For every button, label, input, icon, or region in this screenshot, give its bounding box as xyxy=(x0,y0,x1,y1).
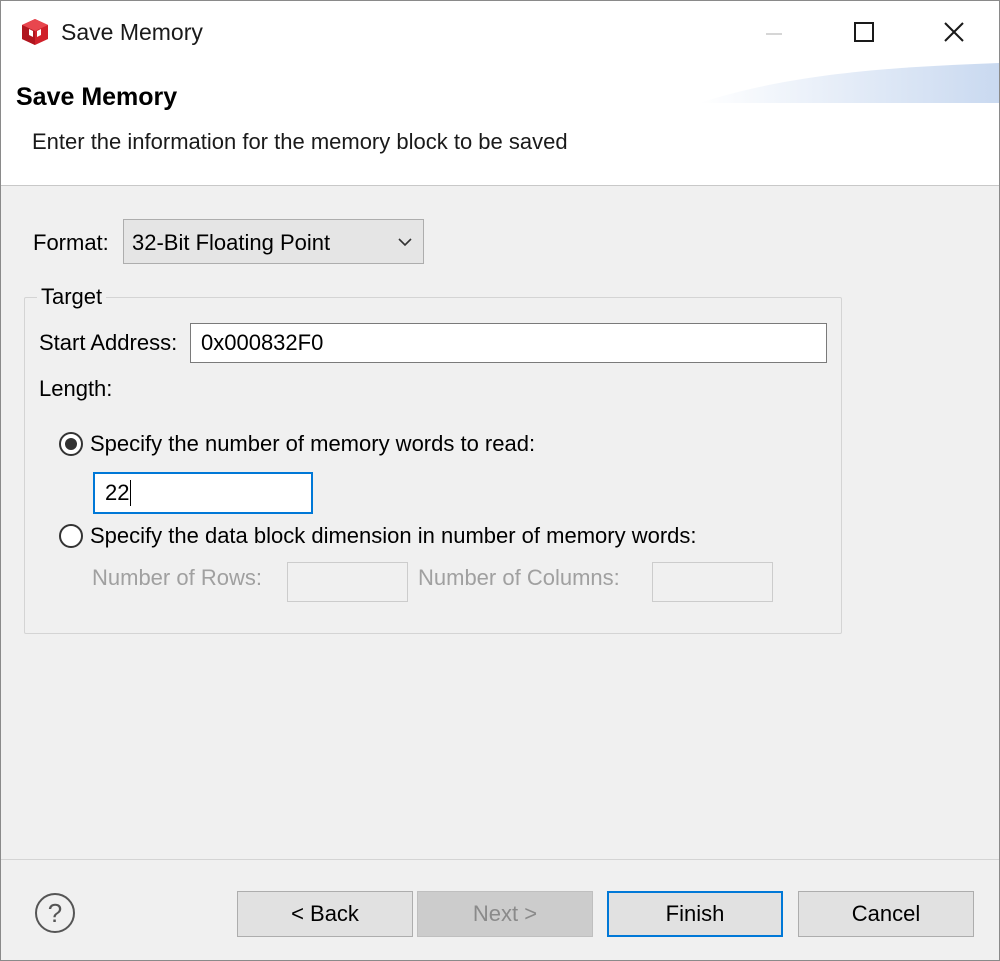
format-dropdown[interactable]: 32-Bit Floating Point xyxy=(123,219,424,264)
target-group: Target Start Address: 0x000832F0 Length:… xyxy=(24,284,842,634)
start-address-input[interactable]: 0x000832F0 xyxy=(190,323,827,363)
columns-input[interactable] xyxy=(652,562,773,602)
start-address-value: 0x000832F0 xyxy=(201,330,324,355)
close-icon xyxy=(944,22,964,42)
chevron-down-icon xyxy=(398,238,412,247)
rows-input[interactable] xyxy=(287,562,408,602)
wizard-banner: Save Memory Enter the information for th… xyxy=(1,63,999,186)
page-title: Save Memory xyxy=(16,83,178,111)
window-title: Save Memory xyxy=(61,19,203,45)
cancel-button[interactable]: Cancel xyxy=(798,891,974,937)
format-selected-value: 32-Bit Floating Point xyxy=(132,230,331,255)
block-dimension-radio[interactable] xyxy=(59,524,83,548)
back-button[interactable]: < Back xyxy=(237,891,413,937)
close-button[interactable] xyxy=(909,1,999,63)
minimize-icon xyxy=(766,33,782,35)
red-cube-icon xyxy=(22,19,48,45)
button-bar: ? < Back Next > Finish Cancel xyxy=(1,859,999,960)
finish-button[interactable]: Finish xyxy=(607,891,783,937)
save-memory-dialog: Save Memory Save Memory Enter the inform… xyxy=(0,0,1000,961)
format-label: Format: xyxy=(33,230,109,255)
help-icon[interactable]: ? xyxy=(35,893,75,933)
target-group-title: Target xyxy=(37,284,107,310)
words-count-input[interactable]: 22 xyxy=(93,472,313,514)
words-radio-label[interactable]: Specify the number of memory words to re… xyxy=(90,431,535,457)
content-area: Format: 32-Bit Floating Point Target Sta… xyxy=(1,187,999,859)
page-description: Enter the information for the memory blo… xyxy=(32,129,568,154)
text-caret xyxy=(130,480,132,506)
words-radio[interactable] xyxy=(59,432,83,456)
rows-label: Number of Rows: xyxy=(92,565,262,590)
minimize-button[interactable] xyxy=(729,1,819,63)
words-count-value: 22 xyxy=(105,480,130,505)
next-button[interactable]: Next > xyxy=(417,891,593,937)
start-address-label: Start Address: xyxy=(39,330,178,355)
block-dimension-radio-label[interactable]: Specify the data block dimension in numb… xyxy=(90,523,697,549)
maximize-icon xyxy=(854,22,874,42)
length-label: Length: xyxy=(39,376,113,401)
banner-decoration xyxy=(699,63,999,103)
columns-label: Number of Columns: xyxy=(418,565,620,590)
maximize-button[interactable] xyxy=(819,1,909,63)
title-bar[interactable]: Save Memory xyxy=(1,1,999,63)
